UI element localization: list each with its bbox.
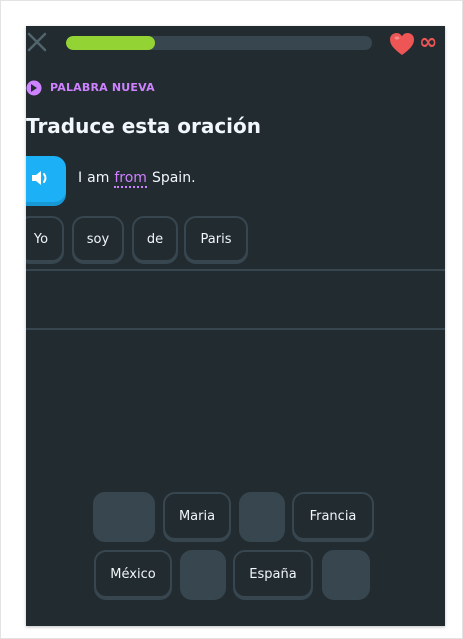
answer-line	[26, 328, 445, 330]
word-bank-slot-empty	[239, 492, 285, 540]
word-bank-chip[interactable]: Francia	[292, 492, 374, 540]
prompt-word[interactable]: Spain.	[152, 170, 196, 186]
prompt-word[interactable]: am	[87, 170, 109, 186]
word-bank-slot-empty	[180, 550, 226, 598]
heart-icon	[388, 31, 416, 57]
hearts-count: ∞	[419, 30, 438, 55]
word-bank-chip[interactable]: México	[94, 550, 172, 598]
lesson-screen: ∞ PALABRA NUEVA Traduce esta oración Iam…	[26, 26, 445, 626]
answer-chip[interactable]: Paris	[184, 216, 248, 262]
exercise-title: Traduce esta oración	[26, 114, 262, 138]
prompt-word-hint[interactable]: from	[114, 170, 147, 188]
prompt-sentence: Iam from Spain.	[78, 170, 201, 188]
answer-chip[interactable]: soy	[72, 216, 124, 262]
new-word-label: PALABRA NUEVA	[50, 81, 155, 94]
answer-line	[26, 269, 445, 271]
progress-fill	[66, 36, 155, 50]
window-frame: ∞ PALABRA NUEVA Traduce esta oración Iam…	[0, 0, 463, 639]
new-word-icon	[26, 80, 42, 96]
word-bank-slot-empty	[322, 550, 370, 598]
answer-chip[interactable]: Yo	[26, 216, 64, 262]
word-bank-slot-empty	[93, 492, 155, 540]
word-bank-chip[interactable]: España	[233, 550, 313, 598]
word-bank-chip[interactable]: Maria	[163, 492, 231, 540]
speaker-icon	[32, 171, 47, 185]
speaker-button[interactable]	[26, 156, 66, 202]
prompt-word[interactable]: I	[78, 170, 82, 186]
answer-chip[interactable]: de	[132, 216, 178, 262]
progress-bar	[66, 36, 372, 50]
close-icon[interactable]	[26, 31, 48, 53]
